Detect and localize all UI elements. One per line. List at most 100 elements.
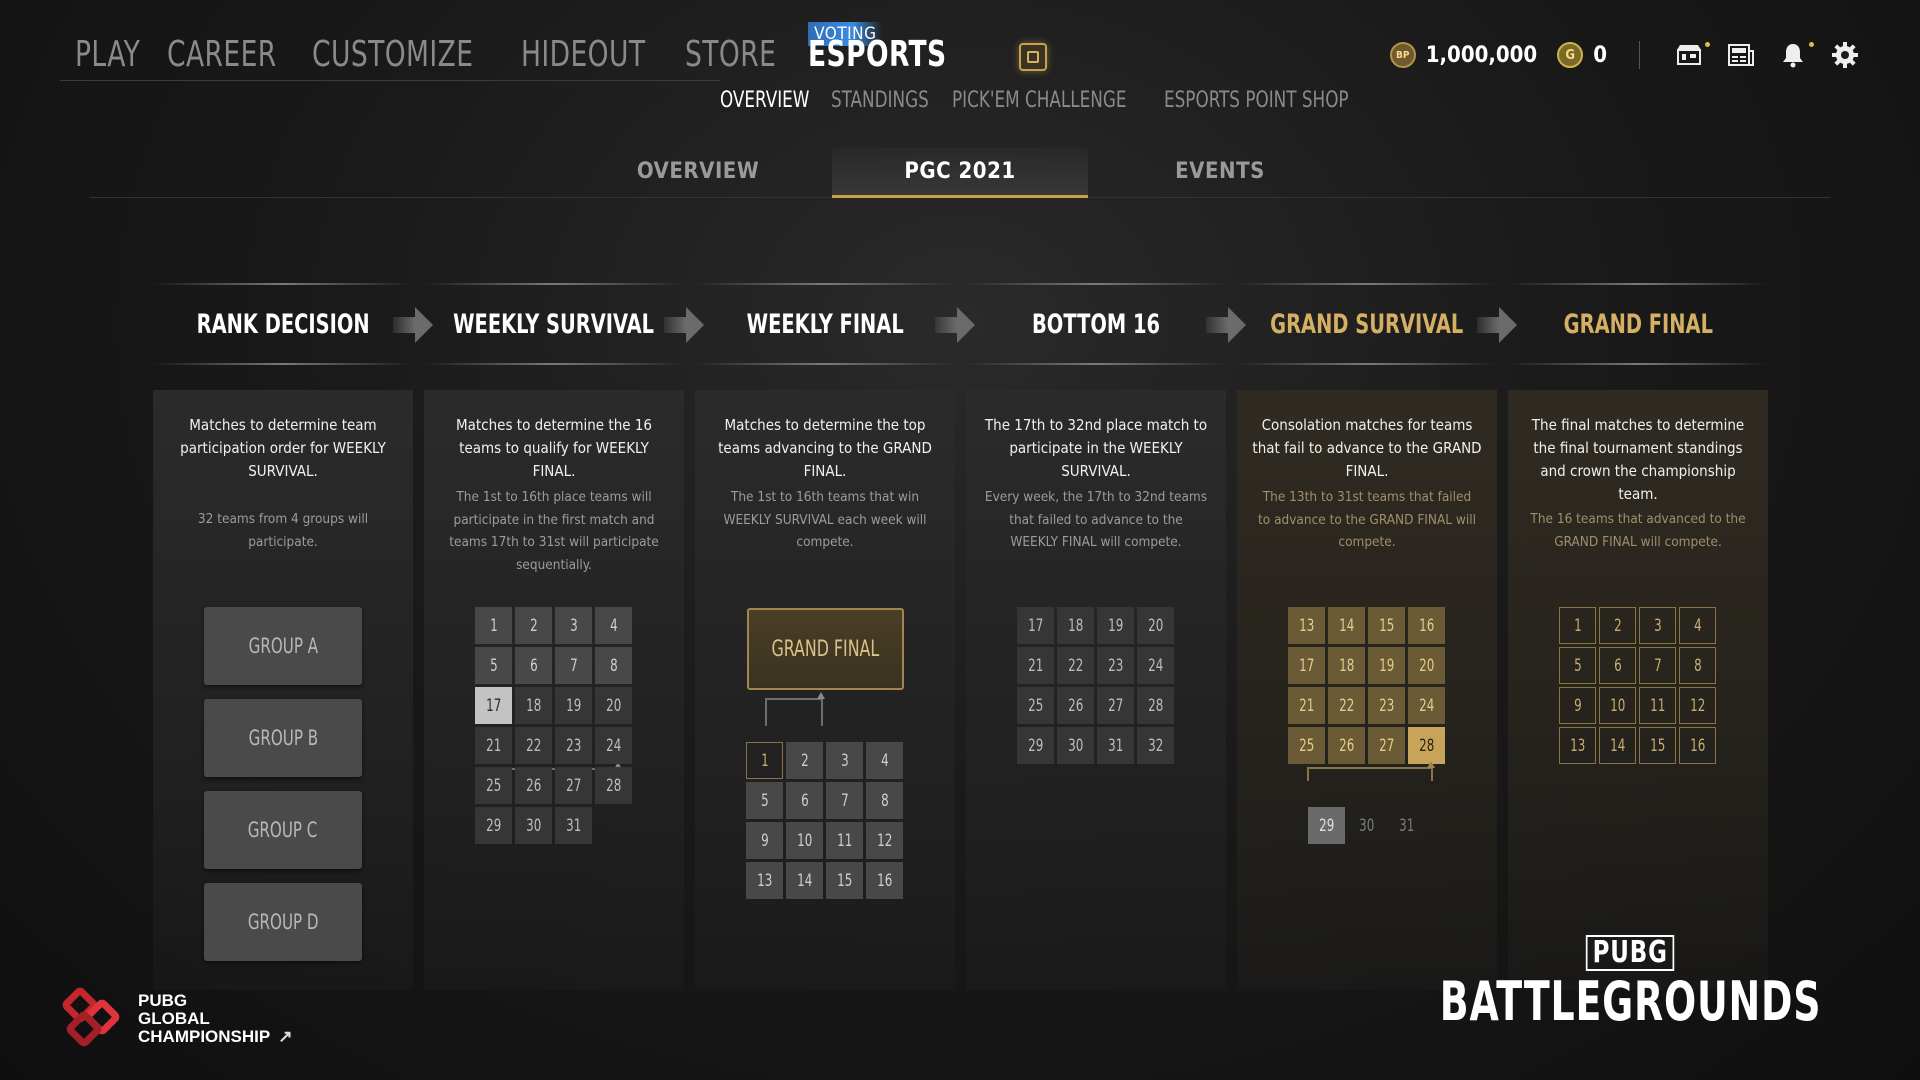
- team-slot: 14: [1328, 607, 1365, 644]
- team-slot: 30: [515, 807, 552, 844]
- battlegrounds-logo-text: BATTLEGROUNDS: [1439, 970, 1822, 1033]
- team-grid-bottom: 17 18 19 20 21 22 23 24 25 26 27 28 29 30 31: [475, 687, 632, 844]
- section-tab-events[interactable]: EVENTS: [1092, 148, 1348, 198]
- stage-header-weekly-survival: WEEKLY SURVIVAL: [424, 283, 684, 365]
- stage-title: BOTTOM 16: [1032, 308, 1160, 340]
- currency-bar: BP 1,000,000 G 0: [1389, 40, 1860, 70]
- pgc-logo-text: PUBG GLOBAL CHAMPIONSHIP ↗: [138, 991, 293, 1046]
- subtab-overview[interactable]: OVERVIEW: [720, 88, 809, 113]
- team-slot: 23: [1097, 647, 1134, 684]
- team-slot: 21: [1288, 687, 1325, 724]
- tab-store[interactable]: STORE: [685, 34, 776, 75]
- section-tabs: OVERVIEW PGC 2021 EVENTS: [90, 148, 1830, 198]
- team-slot: 1: [475, 607, 512, 644]
- team-slot: 14: [786, 862, 823, 899]
- team-slot: 10: [1599, 687, 1636, 724]
- team-slot: 16: [1408, 607, 1445, 644]
- grand-final-box[interactable]: GRAND FINAL: [747, 608, 904, 690]
- tab-hideout[interactable]: HIDEOUT: [521, 34, 645, 75]
- team-slot: 23: [1368, 687, 1405, 724]
- subtab-pickem[interactable]: PICK'EM CHALLENGE: [952, 88, 1127, 113]
- stage-card-bottom-16: The 17th to 32nd place match to particip…: [966, 390, 1226, 990]
- g-coin-icon: G: [1557, 42, 1584, 68]
- bell-icon[interactable]: [1778, 40, 1814, 70]
- stage-description: Matches to determine the top teams advan…: [718, 416, 932, 480]
- team-slot: 2: [515, 607, 552, 644]
- nav-divider: [60, 80, 720, 81]
- connector-arrow-icon: [817, 692, 825, 699]
- section-tab-overview[interactable]: OVERVIEW: [570, 148, 826, 198]
- stage-note: Every week, the 17th to 32nd teams that …: [984, 489, 1208, 550]
- team-grid: 1 2 3 4 5 6 7 8 9 10 11 12 13 14 15 16: [1559, 607, 1716, 764]
- pubg-battlegrounds-logo: PUBG BATTLEGROUNDS: [1386, 935, 1875, 1031]
- stage-header-grand-final: GRAND FINAL: [1508, 283, 1768, 365]
- esports-coin-icon[interactable]: [1019, 43, 1048, 71]
- team-slot: 31: [555, 807, 592, 844]
- stage-card-weekly-final: Matches to determine the top teams advan…: [695, 390, 955, 990]
- stage-card-grand-final: The final matches to determine the final…: [1508, 390, 1768, 990]
- stage-header-weekly-final: WEEKLY FINAL: [695, 283, 955, 365]
- tab-esports[interactable]: ESPORTS: [808, 34, 947, 75]
- team-slot: 25: [1017, 687, 1054, 724]
- team-slot: 4: [866, 742, 903, 779]
- team-slot: 30: [1057, 727, 1094, 764]
- bracket-connector: [765, 698, 823, 726]
- group-a-button[interactable]: GROUP A: [204, 607, 362, 685]
- team-slot: 11: [826, 822, 863, 859]
- team-slot: 27: [1368, 727, 1405, 764]
- team-grid-bottom: 29 30 31: [1308, 807, 1425, 844]
- team-slot: 10: [786, 822, 823, 859]
- team-slot: 29: [1017, 727, 1054, 764]
- toolbar-separator: [1639, 41, 1640, 69]
- subtab-point-shop[interactable]: ESPORTS POINT SHOP: [1164, 88, 1349, 113]
- team-slot: 21: [475, 727, 512, 764]
- section-tab-pgc2021[interactable]: PGC 2021: [832, 148, 1088, 198]
- group-d-button[interactable]: GROUP D: [204, 883, 362, 961]
- team-slot: 8: [595, 647, 632, 684]
- stage-description: Consolation matches for teams that fail …: [1252, 416, 1482, 480]
- stage-card-grand-survival: Consolation matches for teams that fail …: [1237, 390, 1497, 990]
- bracket-connector: [1307, 767, 1433, 781]
- tab-customize[interactable]: CUSTOMIZE: [312, 34, 473, 75]
- team-slot: 31: [1398, 815, 1415, 836]
- team-slot: 13: [1559, 727, 1596, 764]
- team-slot: 15: [1368, 607, 1405, 644]
- team-slot: 7: [1639, 647, 1676, 684]
- stage-title: RANK DECISION: [196, 308, 370, 340]
- team-slot: 26: [1328, 727, 1365, 764]
- store-icon[interactable]: [1674, 40, 1710, 70]
- stage-note: The 1st to 16th teams that win WEEKLY SU…: [723, 489, 927, 550]
- group-b-button[interactable]: GROUP B: [204, 699, 362, 777]
- subtab-standings[interactable]: STANDINGS: [831, 88, 929, 113]
- team-slot: 13: [1288, 607, 1325, 644]
- team-slot: 6: [786, 782, 823, 819]
- team-slot: 4: [1679, 607, 1716, 644]
- pgc-logo-link[interactable]: PUBG GLOBAL CHAMPIONSHIP ↗: [60, 985, 292, 1053]
- stage-flow: RANK DECISION WEEKLY SURVIVAL WEEKLY FIN…: [153, 283, 1768, 365]
- top-navigation: PLAY CAREER CUSTOMIZE HIDEOUT STORE VOTI…: [60, 22, 1860, 82]
- team-slot: 28: [1137, 687, 1174, 724]
- team-slot: 2: [786, 742, 823, 779]
- team-slot: 8: [866, 782, 903, 819]
- team-slot: 3: [555, 607, 592, 644]
- team-slot: 3: [826, 742, 863, 779]
- main-tabs: PLAY CAREER CUSTOMIZE HIDEOUT STORE VOTI…: [75, 22, 1048, 75]
- team-slot: 24: [1137, 647, 1174, 684]
- gear-icon[interactable]: [1830, 40, 1860, 70]
- tab-play[interactable]: PLAY: [75, 34, 140, 75]
- team-slot: 16: [866, 862, 903, 899]
- stage-card-weekly-survival: Matches to determine the 16 teams to qua…: [424, 390, 684, 990]
- news-icon[interactable]: [1726, 40, 1756, 70]
- team-grid: 17 18 19 20 21 22 23 24 25 26 27 28 29 30 31 32: [1017, 607, 1174, 764]
- team-slot: 14: [1599, 727, 1636, 764]
- team-slot: 25: [1288, 727, 1325, 764]
- team-slot: 7: [555, 647, 592, 684]
- bp-value: 1,000,000: [1425, 42, 1538, 68]
- group-c-button[interactable]: GROUP C: [204, 791, 362, 869]
- team-slot: 11: [1639, 687, 1676, 724]
- team-slot: 1: [1559, 607, 1596, 644]
- stage-header-rank-decision: RANK DECISION: [153, 283, 413, 365]
- stage-header-grand-survival: GRAND SURVIVAL: [1237, 283, 1497, 365]
- external-link-icon: ↗: [278, 1027, 293, 1046]
- tab-career[interactable]: CAREER: [167, 34, 277, 75]
